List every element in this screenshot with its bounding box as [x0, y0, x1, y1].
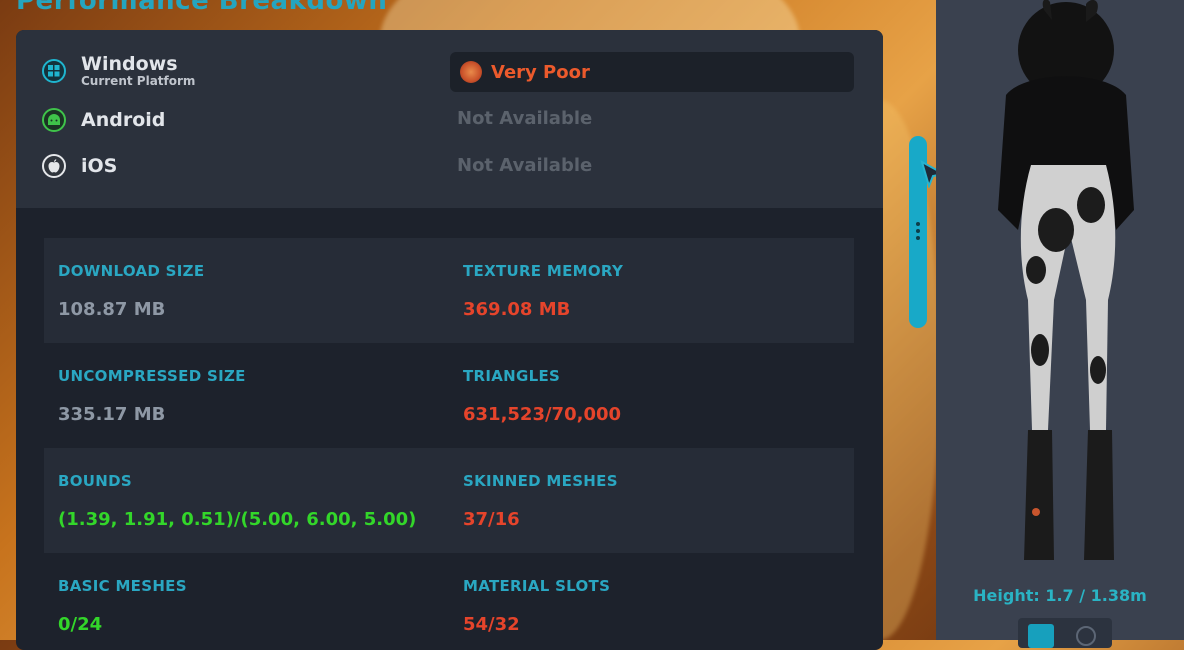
grip-dot [916, 222, 920, 226]
avatar-preview-image [998, 0, 1134, 560]
stat-row: BOUNDS (1.39, 1.91, 0.51)/(5.00, 6.00, 5… [44, 448, 854, 553]
page-title: Performance Breakdown [16, 0, 388, 16]
performance-panel: Windows Current Platform Very Poor Andro… [16, 30, 883, 650]
globe-icon[interactable] [1076, 626, 1096, 646]
stat-label: BASIC MESHES [58, 577, 187, 595]
platform-list: Windows Current Platform Very Poor Andro… [16, 30, 883, 208]
stat-row: DOWNLOAD SIZE 108.87 MB TEXTURE MEMORY 3… [44, 238, 854, 343]
windows-icon [42, 59, 66, 83]
stat-row: BASIC MESHES 0/24 MATERIAL SLOTS 54/32 [44, 553, 854, 650]
stat-label: SKINNED MESHES [463, 472, 618, 490]
avatar-view-button[interactable] [1028, 624, 1054, 648]
platform-name: Windows [81, 53, 178, 75]
platform-status: Not Available [457, 108, 593, 129]
stat-value: 108.87 MB [58, 299, 166, 320]
stat-value: (1.39, 1.91, 0.51)/(5.00, 6.00, 5.00) [58, 509, 417, 530]
platform-name: Android [81, 109, 166, 131]
grip-dot [916, 236, 920, 240]
stat-value: 335.17 MB [58, 404, 166, 425]
stat-label: UNCOMPRESSED SIZE [58, 367, 246, 385]
very-poor-rank-icon [460, 61, 482, 83]
avatar-preview-pane: Height: 1.7 / 1.38m [936, 0, 1184, 648]
avatar-view-tabs [1018, 618, 1112, 648]
stat-label: MATERIAL SLOTS [463, 577, 611, 595]
stat-value: 369.08 MB [463, 299, 571, 320]
stat-value: 37/16 [463, 509, 520, 530]
grip-dot [916, 229, 920, 233]
stat-label: BOUNDS [58, 472, 132, 490]
stat-label: DOWNLOAD SIZE [58, 262, 205, 280]
avatar-height-label: Height: 1.7 / 1.38m [973, 586, 1147, 605]
stat-row: UNCOMPRESSED SIZE 335.17 MB TRIANGLES 63… [44, 343, 854, 448]
stat-label: TRIANGLES [463, 367, 561, 385]
stat-value: 54/32 [463, 614, 520, 635]
platform-windows[interactable]: Windows Current Platform [42, 54, 195, 88]
platform-subtitle: Current Platform [81, 74, 196, 88]
rating-text: Very Poor [491, 61, 590, 83]
stat-value: 631,523/70,000 [463, 404, 622, 425]
stat-value: 0/24 [58, 614, 103, 635]
platform-ios[interactable]: iOS [42, 154, 117, 178]
platform-status: Not Available [457, 155, 593, 176]
platform-android[interactable]: Android [42, 108, 165, 132]
apple-icon [42, 154, 66, 178]
stat-label: TEXTURE MEMORY [463, 262, 624, 280]
performance-rating-badge: Very Poor [450, 52, 854, 92]
platform-name: iOS [81, 155, 118, 177]
android-icon [42, 108, 66, 132]
